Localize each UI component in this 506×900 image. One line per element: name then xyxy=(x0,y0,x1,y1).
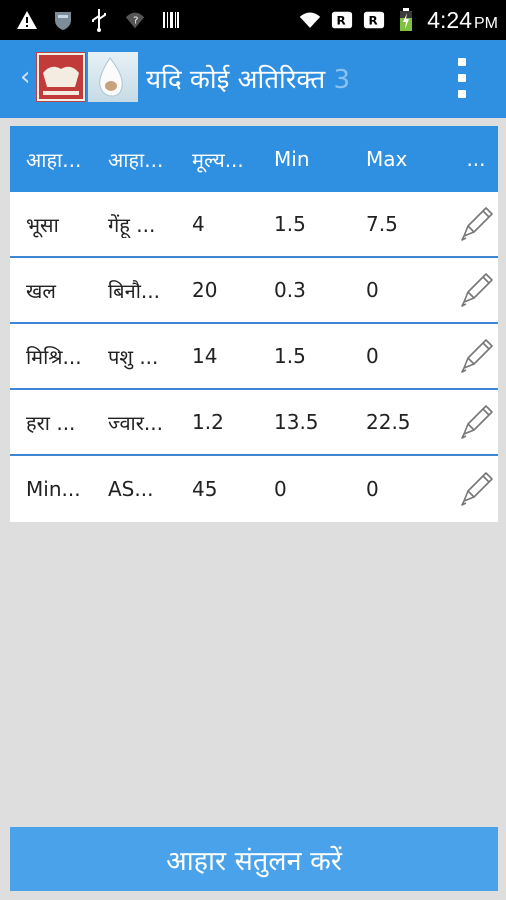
cell-feed-type: मिश्रि... xyxy=(26,344,82,369)
table-row[interactable]: भूसा गेंहू ... 4 1.5 7.5 xyxy=(10,192,498,258)
edit-pencil-icon[interactable] xyxy=(454,336,498,376)
edit-pencil-icon[interactable] xyxy=(454,402,498,442)
cell-feed-type: हरा ... xyxy=(26,410,76,435)
shield-icon xyxy=(52,9,74,31)
cell-feed-name: AS... xyxy=(108,477,154,501)
clock-ampm: PM xyxy=(474,14,498,32)
header-price[interactable]: मूल्य... xyxy=(192,146,274,173)
header-max[interactable]: Max xyxy=(366,147,454,171)
cell-price: 45 xyxy=(192,477,218,501)
balance-feed-button[interactable]: आहार संतुलन करें xyxy=(10,827,498,891)
cell-min: 1.5 xyxy=(274,212,306,236)
header-min[interactable]: Min xyxy=(274,147,366,171)
clock: 4:24 PM xyxy=(427,7,498,34)
cell-price: 14 xyxy=(192,344,218,368)
cell-feed-name: ज्वार... xyxy=(108,410,163,435)
cell-price: 1.2 xyxy=(192,410,224,434)
cell-max: 0 xyxy=(366,278,379,302)
feed-table: आहा... आहा... मूल्य... Min Max ... भूसा … xyxy=(10,126,498,522)
usb-icon xyxy=(88,9,110,32)
cell-min: 0 xyxy=(274,477,287,501)
app-bar: ‹ यदि कोई अतिरिक्त 3 xyxy=(0,40,506,118)
warning-icon xyxy=(16,9,38,31)
cell-min: 1.5 xyxy=(274,344,306,368)
table-row[interactable]: Min... AS... 45 0 0 xyxy=(10,456,498,522)
header-feed-type[interactable]: आहा... xyxy=(10,146,108,173)
edit-pencil-icon[interactable] xyxy=(454,204,498,244)
battery-charging-icon xyxy=(395,8,417,31)
overflow-menu-icon[interactable] xyxy=(450,58,474,98)
cell-feed-type: Min... xyxy=(26,477,81,501)
svg-text:R: R xyxy=(369,14,378,28)
app-title-text: यदि कोई अतिरिक्त xyxy=(146,65,326,95)
cell-feed-name: बिनौ... xyxy=(108,278,160,303)
edit-pencil-icon[interactable] xyxy=(454,469,498,509)
milk-drop-logo xyxy=(88,52,138,102)
cell-max: 22.5 xyxy=(366,410,411,434)
cell-max: 0 xyxy=(366,344,379,368)
header-edit[interactable]: ... xyxy=(454,147,498,171)
cell-feed-name: गेंहू ... xyxy=(108,212,156,237)
app-logo[interactable] xyxy=(36,52,86,102)
cell-max: 7.5 xyxy=(366,212,398,236)
table-row[interactable]: हरा ... ज्वार... 1.2 13.5 22.5 xyxy=(10,390,498,456)
wifi-icon xyxy=(299,9,321,31)
clock-time: 4:24 xyxy=(427,6,472,33)
back-chevron-icon[interactable]: ‹ xyxy=(20,64,30,90)
cell-max: 0 xyxy=(366,477,379,501)
data-r-icon: R xyxy=(331,9,353,31)
barcode-icon xyxy=(160,9,182,31)
wifi-question-icon: ? xyxy=(124,9,146,31)
app-title: यदि कोई अतिरिक्त 3 xyxy=(146,60,408,96)
cell-feed-type: भूसा xyxy=(26,212,59,237)
edit-pencil-icon[interactable] xyxy=(454,270,498,310)
cell-price: 20 xyxy=(192,278,218,302)
svg-text:R: R xyxy=(337,14,346,28)
header-feed-name[interactable]: आहा... xyxy=(108,146,192,173)
table-row[interactable]: मिश्रि... पशु ... 14 1.5 0 xyxy=(10,324,498,390)
status-bar: ? R R 4:24 PM xyxy=(0,0,506,40)
table-row[interactable]: खल बिनौ... 20 0.3 0 xyxy=(10,258,498,324)
cell-price: 4 xyxy=(192,212,205,236)
cell-min: 13.5 xyxy=(274,410,319,434)
cell-feed-name: पशु ... xyxy=(108,344,159,369)
table-header: आहा... आहा... मूल्य... Min Max ... xyxy=(10,126,498,192)
svg-text:?: ? xyxy=(133,16,138,27)
cell-min: 0.3 xyxy=(274,278,306,302)
cell-feed-type: खल xyxy=(26,278,56,303)
app-title-overflow: 3 xyxy=(333,65,350,95)
signal-r-icon: R xyxy=(363,9,385,31)
